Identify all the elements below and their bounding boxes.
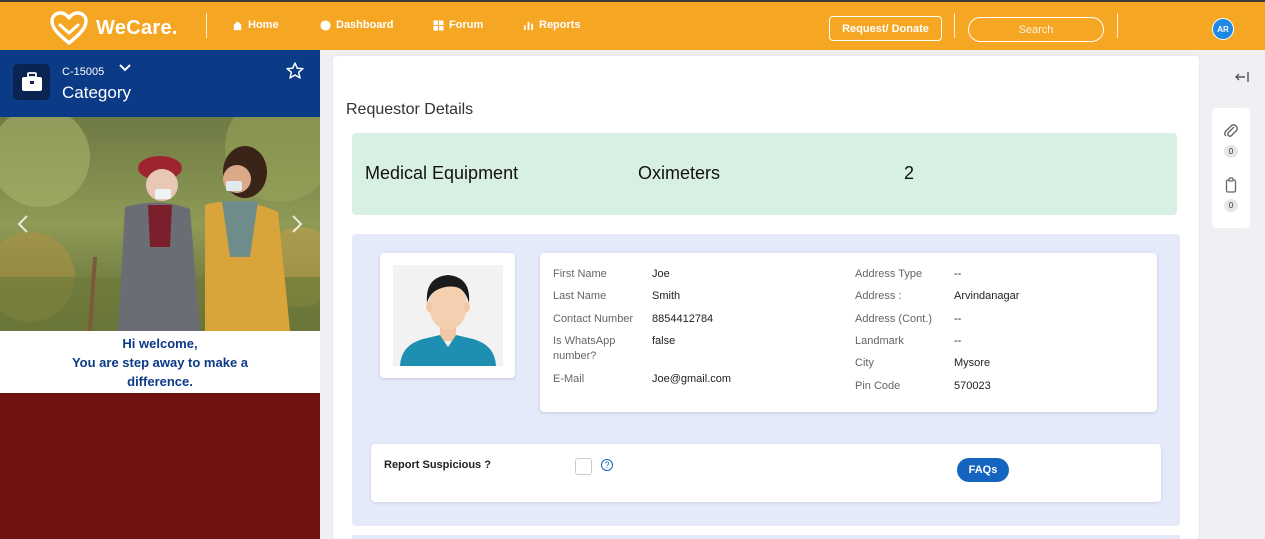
pin-code-value: 570023 (954, 380, 991, 392)
divider (206, 13, 207, 38)
request-summary: Medical Equipment Oximeters 2 (352, 133, 1177, 215)
address-type-label: Address Type (855, 268, 923, 280)
profile-photo-card (380, 253, 515, 378)
email-value: Joe@gmail.com (652, 373, 732, 385)
carousel-image (0, 117, 320, 331)
contact-number-value: 8854412784 (652, 313, 714, 325)
whatsapp-value: false (652, 335, 676, 347)
clipboard-count: 0 (1224, 199, 1238, 212)
nav-forum[interactable]: Forum (433, 19, 483, 31)
next-section-edge (352, 535, 1180, 539)
report-suspicious-row: Report Suspicious ? ? FAQs (371, 444, 1161, 502)
divider (1117, 13, 1118, 38)
address-cont-label: Address (Cont.) (855, 313, 933, 325)
case-category: Category (62, 83, 131, 102)
search-input[interactable] (968, 17, 1104, 42)
landmark-label: Landmark (855, 335, 904, 347)
contact-number-label: Contact Number (553, 313, 634, 325)
pin-code-label: Pin Code (855, 380, 901, 392)
chevron-down-icon[interactable] (118, 62, 132, 74)
chevron-right-icon[interactable] (290, 214, 304, 234)
app-name: WeCare. (96, 16, 178, 39)
nav-dashboard-label: Dashboard (336, 19, 394, 31)
address-cont-value: -- (954, 313, 962, 325)
last-name-value: Smith (652, 290, 681, 302)
first-name-label: First Name (553, 268, 607, 280)
report-suspicious-label: Report Suspicious ? (384, 459, 491, 471)
city-value: Mysore (954, 357, 991, 369)
case-header: C-15005 Category (0, 50, 320, 117)
address-label: Address : (855, 290, 902, 302)
request-donate-button[interactable]: Request/ Donate (829, 16, 942, 41)
case-id: C-15005 (62, 66, 105, 78)
landmark-value: -- (954, 335, 962, 347)
faqs-button[interactable]: FAQs (957, 458, 1009, 482)
user-avatar[interactable]: AR (1212, 18, 1234, 40)
divider (954, 13, 955, 38)
home-icon (232, 20, 243, 30)
nav-reports[interactable]: Reports (523, 19, 581, 31)
summary-quantity: 2 (904, 163, 915, 183)
reports-icon (523, 21, 534, 30)
welcome-line2: You are step away to make a (71, 355, 249, 370)
clipboard-icon[interactable] (1225, 177, 1237, 193)
briefcase-icon (13, 64, 50, 100)
top-bar: WeCare. Home Dashboard Forum Reports Req… (0, 0, 1265, 50)
collapse-panel-icon[interactable] (1234, 70, 1250, 84)
app-logo[interactable]: WeCare. (50, 11, 178, 45)
requestor-details-card: First Name Joe Last Name Smith Contact N… (540, 253, 1157, 412)
forum-icon (433, 19, 444, 31)
city-label: City (855, 357, 874, 369)
first-name-value: Joe (652, 268, 670, 280)
nav-home-label: Home (248, 19, 279, 31)
whatsapp-label: Is WhatsApp number? (553, 335, 616, 362)
attachments-count: 0 (1224, 145, 1238, 158)
nav-home[interactable]: Home (232, 19, 279, 31)
left-panel: C-15005 Category Hi welcome, You are ste… (0, 50, 320, 539)
profile-avatar (393, 265, 503, 366)
chevron-left-icon[interactable] (16, 214, 30, 234)
dashboard-icon (320, 19, 331, 31)
summary-item: Oximeters (638, 163, 721, 183)
address-type-value: -- (954, 268, 962, 280)
welcome-message: Hi welcome, You are step away to make a … (0, 331, 320, 393)
report-suspicious-checkbox[interactable] (575, 458, 592, 475)
nav-forum-label: Forum (449, 19, 484, 31)
summary-category: Medical Equipment (365, 163, 519, 183)
help-icon[interactable]: ? (601, 459, 613, 471)
last-name-label: Last Name (553, 290, 607, 302)
nav-reports-label: Reports (539, 19, 581, 31)
section-title: Requestor Details (346, 101, 474, 118)
welcome-line1: Hi welcome, (122, 336, 198, 351)
welcome-line3: difference. (127, 374, 193, 389)
paperclip-icon[interactable] (1223, 122, 1239, 140)
main-content: Requestor Details Medical Equipment Oxim… (333, 56, 1199, 539)
heart-logo-icon (50, 11, 88, 45)
requestor-info-panel: First Name Joe Last Name Smith Contact N… (352, 234, 1180, 526)
address-value: Arvindanagar (954, 290, 1020, 302)
email-label: E-Mail (553, 373, 585, 385)
right-action-rail: 0 0 (1212, 108, 1250, 228)
star-icon[interactable] (285, 61, 305, 81)
nav-dashboard[interactable]: Dashboard (320, 19, 393, 31)
